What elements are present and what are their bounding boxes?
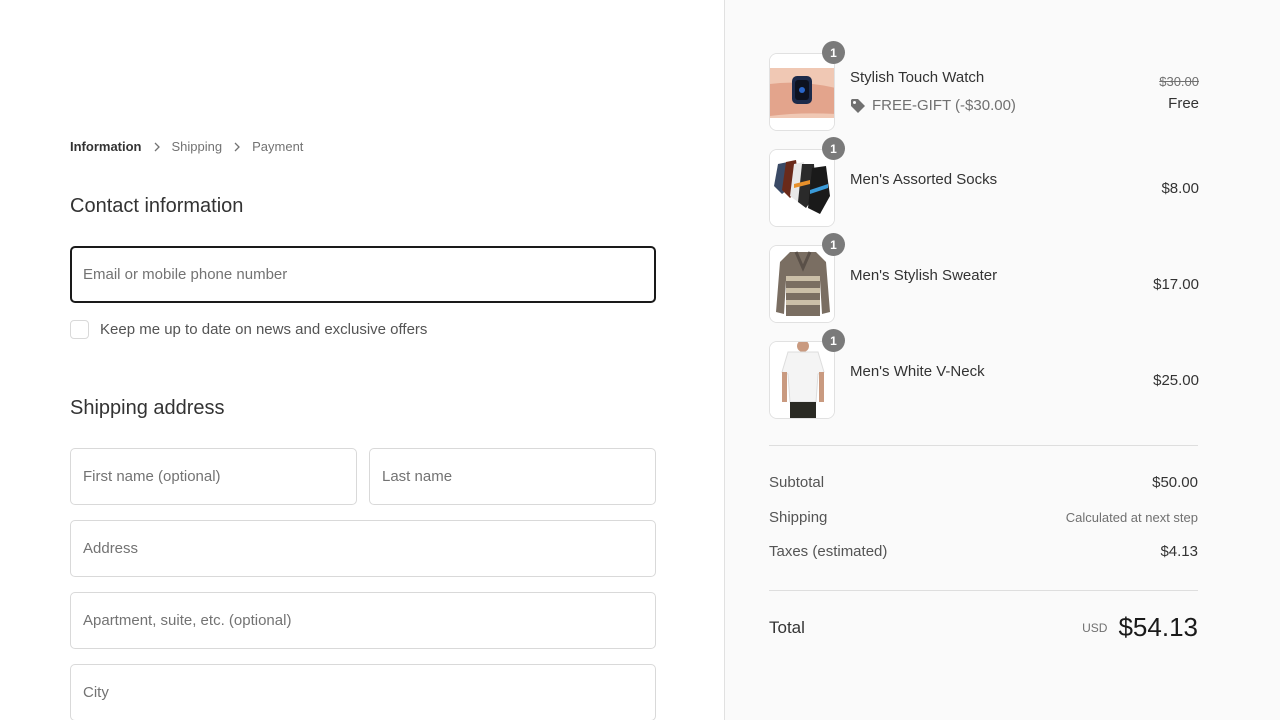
item-name: Men's Stylish Sweater: [850, 267, 998, 284]
tag-icon: [851, 98, 865, 113]
first-name-input[interactable]: [83, 468, 344, 485]
total-amount-group: USD $54.13: [1082, 612, 1198, 643]
item-price: $25.00: [1153, 372, 1199, 389]
subtotal-label: Subtotal: [769, 474, 825, 491]
last-name-input[interactable]: [382, 468, 643, 485]
cart-item: 1 Stylish Touch Watch FREE-GIFT (-$30.00…: [769, 41, 1199, 133]
item-name: Men's White V-Neck: [850, 363, 985, 380]
product-image-tshirt: [769, 341, 835, 419]
city-field-container: [70, 664, 656, 720]
order-summary-panel: 1 Stylish Touch Watch FREE-GIFT (-$30.00…: [724, 0, 1280, 720]
last-name-field-container: [369, 448, 656, 505]
breadcrumb-information[interactable]: Information: [70, 139, 142, 154]
item-price: $8.00: [1161, 180, 1199, 197]
taxes-value: $4.13: [1160, 543, 1198, 560]
divider: [769, 445, 1198, 446]
discount-code: FREE-GIFT (-$30.00): [872, 97, 1016, 114]
shipping-address-heading: Shipping address: [70, 397, 225, 419]
shipping-row: Shipping Calculated at next step: [769, 509, 1198, 526]
shipping-label: Shipping: [769, 509, 828, 526]
chevron-right-icon: [152, 142, 162, 152]
taxes-label: Taxes (estimated): [769, 543, 888, 560]
contact-information-heading: Contact information: [70, 195, 244, 217]
total-label: Total: [769, 617, 805, 637]
first-name-field-container: [70, 448, 357, 505]
quantity-badge: 1: [822, 233, 845, 256]
address-field-container: [70, 520, 656, 577]
original-price: $30.00: [1159, 74, 1199, 89]
breadcrumb-shipping: Shipping: [171, 139, 223, 154]
product-image-socks: [769, 149, 835, 227]
apartment-field-container: [70, 592, 656, 649]
item-name: Stylish Touch Watch: [850, 69, 985, 86]
currency-code: USD: [1082, 620, 1108, 635]
cart-item: 1 Men's Stylish Sweater $17.00: [769, 233, 1199, 325]
product-image-sweater: [769, 245, 835, 323]
breadcrumb-payment: Payment: [252, 139, 304, 154]
discount-label: FREE-GIFT (-$30.00): [850, 97, 1016, 114]
quantity-badge: 1: [822, 329, 845, 352]
cart-item: 1 Men's Assorted Socks $8.00: [769, 137, 1199, 229]
chevron-right-icon: [232, 142, 242, 152]
item-price: $17.00: [1153, 276, 1199, 293]
city-input[interactable]: [83, 684, 643, 701]
email-field-container: [70, 246, 656, 303]
subtotal-row: Subtotal $50.00: [769, 474, 1198, 491]
total-row: Total USD $54.13: [769, 612, 1198, 643]
item-price: Free: [1168, 95, 1199, 112]
shipping-value: Calculated at next step: [1065, 510, 1198, 525]
apartment-input[interactable]: [83, 612, 643, 629]
address-input[interactable]: [83, 540, 643, 557]
quantity-badge: 1: [822, 137, 845, 160]
total-amount: $54.13: [1118, 612, 1198, 642]
divider: [769, 590, 1198, 591]
item-name: Men's Assorted Socks: [850, 171, 998, 188]
newsletter-option[interactable]: Keep me up to date on news and exclusive…: [70, 320, 427, 339]
checkout-form-panel: Information Shipping Payment Contact inf…: [0, 0, 724, 720]
product-image-watch: [769, 53, 835, 131]
newsletter-checkbox[interactable]: [70, 320, 89, 339]
taxes-row: Taxes (estimated) $4.13: [769, 543, 1198, 560]
breadcrumb: Information Shipping Payment: [70, 139, 303, 154]
subtotal-value: $50.00: [1152, 474, 1198, 491]
cart-item: 1 Men's White V-Neck $25.00: [769, 329, 1199, 421]
newsletter-label: Keep me up to date on news and exclusive…: [100, 321, 428, 338]
quantity-badge: 1: [822, 41, 845, 64]
email-input[interactable]: [83, 266, 643, 283]
